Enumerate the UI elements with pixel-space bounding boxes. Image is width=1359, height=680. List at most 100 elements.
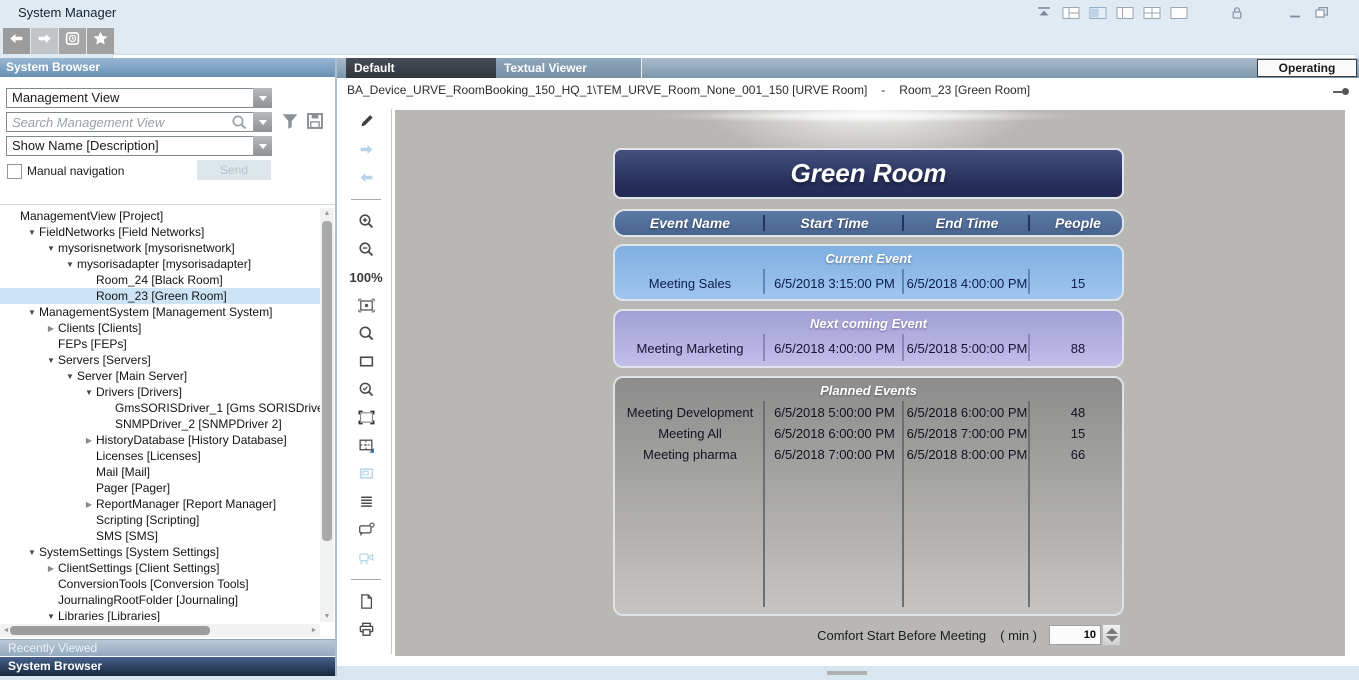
operating-mode-button[interactable]: Operating bbox=[1257, 59, 1357, 77]
back-arrow-icon[interactable] bbox=[358, 169, 375, 186]
tree-item[interactable]: ConversionTools [Conversion Tools] bbox=[0, 576, 320, 592]
restore-icon[interactable] bbox=[1313, 5, 1331, 21]
layout-sidebar-icon[interactable] bbox=[1116, 5, 1134, 21]
tree-item[interactable]: Pager [Pager] bbox=[0, 480, 320, 496]
scroll-right-icon[interactable]: ► bbox=[308, 624, 320, 637]
comfort-spinner[interactable] bbox=[1102, 624, 1121, 646]
tree-item[interactable]: Room_23 [Green Room] bbox=[0, 288, 320, 304]
expander-open-icon[interactable]: ▼ bbox=[63, 260, 77, 269]
pin-icon[interactable] bbox=[1333, 88, 1349, 96]
magnifier-icon[interactable] bbox=[358, 325, 375, 342]
tree-item[interactable]: Mail [Mail] bbox=[0, 464, 320, 480]
tree-item[interactable]: ▼SystemSettings [System Settings] bbox=[0, 544, 320, 560]
display-mode-dropdown[interactable]: Show Name [Description] bbox=[6, 136, 272, 156]
recently-viewed-bar[interactable]: Recently Viewed bbox=[0, 639, 335, 656]
tree-vertical-scrollbar[interactable]: ▲ ▼ bbox=[320, 208, 334, 622]
spin-up-icon[interactable] bbox=[1106, 628, 1118, 634]
tree-item[interactable]: FEPs [FEPs] bbox=[0, 336, 320, 352]
tree-item[interactable]: ▼FieldNetworks [Field Networks] bbox=[0, 224, 320, 240]
print-icon[interactable] bbox=[358, 621, 375, 638]
zoom-fit-icon[interactable] bbox=[358, 297, 375, 314]
send-button[interactable]: Send bbox=[197, 160, 271, 180]
manual-navigation-checkbox[interactable] bbox=[7, 164, 22, 179]
filter-icon[interactable] bbox=[281, 112, 299, 130]
tree-item[interactable]: ManagementView [Project] bbox=[0, 208, 320, 224]
expander-closed-icon[interactable]: ▶ bbox=[82, 500, 96, 509]
snapshot-icon[interactable] bbox=[358, 465, 375, 482]
spin-down-icon[interactable] bbox=[1106, 636, 1118, 642]
layout-single-icon[interactable] bbox=[1170, 5, 1188, 21]
tree-item[interactable]: JournalingRootFolder [Journaling] bbox=[0, 592, 320, 608]
tree-item[interactable]: ▶HistoryDatabase [History Database] bbox=[0, 432, 320, 448]
layout-quad-icon[interactable] bbox=[1143, 5, 1161, 21]
zoom-prev-icon[interactable] bbox=[358, 381, 375, 398]
expander-open-icon[interactable]: ▼ bbox=[44, 612, 58, 621]
tree-item[interactable]: ▼ManagementSystem [Management System] bbox=[0, 304, 320, 320]
viewer-horizontal-scrollbar[interactable] bbox=[337, 666, 1359, 680]
expander-closed-icon[interactable]: ▶ bbox=[44, 564, 58, 573]
scroll-up-icon[interactable]: ▲ bbox=[320, 208, 334, 219]
zoom-rect-icon[interactable] bbox=[358, 353, 375, 370]
event-cell: 6/5/2018 4:00:00 PM bbox=[904, 276, 1030, 291]
forward-button[interactable] bbox=[31, 28, 58, 54]
page-setup-icon[interactable] bbox=[358, 593, 375, 610]
zoom-out-icon[interactable] bbox=[358, 241, 375, 258]
expander-open-icon[interactable]: ▼ bbox=[25, 308, 39, 317]
tree-item[interactable]: ▼mysorisadapter [mysorisadapter] bbox=[0, 256, 320, 272]
tree-item[interactable]: Scripting [Scripting] bbox=[0, 512, 320, 528]
expander-open-icon[interactable]: ▼ bbox=[63, 372, 77, 381]
expander-open-icon[interactable]: ▼ bbox=[44, 356, 58, 365]
scrollbar-thumb[interactable] bbox=[322, 221, 332, 541]
expander-open-icon[interactable]: ▼ bbox=[25, 228, 39, 237]
tree-item[interactable]: ▼Servers [Servers] bbox=[0, 352, 320, 368]
tree-horizontal-scrollbar[interactable]: ◄ ► bbox=[0, 624, 320, 637]
comment-icon[interactable] bbox=[358, 521, 375, 538]
search-input[interactable] bbox=[7, 113, 237, 131]
select-area-icon[interactable] bbox=[358, 409, 375, 426]
search-field[interactable] bbox=[6, 112, 272, 132]
expander-closed-icon[interactable]: ▶ bbox=[82, 436, 96, 445]
system-browser-bar[interactable]: System Browser bbox=[0, 657, 335, 676]
tree-item[interactable]: Room_24 [Black Room] bbox=[0, 272, 320, 288]
layout-grid-icon[interactable] bbox=[1062, 5, 1080, 21]
favorites-button[interactable] bbox=[87, 28, 114, 54]
expander-open-icon[interactable]: ▼ bbox=[25, 548, 39, 557]
chevron-down-icon[interactable] bbox=[253, 112, 272, 132]
tree-item[interactable]: Licenses [Licenses] bbox=[0, 448, 320, 464]
expander-closed-icon[interactable]: ▶ bbox=[44, 324, 58, 333]
expander-open-icon[interactable]: ▼ bbox=[44, 244, 58, 253]
tree-item[interactable]: ▼mysorisnetwork [mysorisnetwork] bbox=[0, 240, 320, 256]
pen-icon[interactable] bbox=[358, 113, 375, 130]
collapse-pane-icon[interactable] bbox=[1035, 5, 1053, 21]
minimize-icon[interactable] bbox=[1286, 5, 1304, 21]
comfort-value-input[interactable] bbox=[1049, 625, 1101, 645]
scrollbar-thumb[interactable] bbox=[10, 626, 210, 635]
layout-left-pane-icon[interactable] bbox=[1089, 5, 1107, 21]
tree-item[interactable]: ▶Clients [Clients] bbox=[0, 320, 320, 336]
view-selector-dropdown[interactable]: Management View bbox=[6, 88, 272, 108]
scrollbar-thumb[interactable] bbox=[827, 671, 867, 675]
tree-item[interactable]: SNMPDriver_2 [SNMPDriver 2] bbox=[0, 416, 320, 432]
split-view-icon[interactable] bbox=[358, 437, 375, 454]
tree-item[interactable]: ▼Libraries [Libraries] bbox=[0, 608, 320, 622]
tree-item[interactable]: ▼Server [Main Server] bbox=[0, 368, 320, 384]
tree-item[interactable]: ▶ReportManager [Report Manager] bbox=[0, 496, 320, 512]
back-button[interactable] bbox=[3, 28, 30, 54]
tab-default[interactable]: Default bbox=[346, 58, 496, 78]
camera-icon[interactable] bbox=[358, 549, 375, 566]
tree-item[interactable]: ▶ClientSettings [Client Settings] bbox=[0, 560, 320, 576]
tree-item[interactable]: GmsSORISDriver_1 [Gms SORISDriver 1] bbox=[0, 400, 320, 416]
recent-button[interactable] bbox=[59, 28, 86, 54]
tree-item[interactable]: ▼Drivers [Drivers] bbox=[0, 384, 320, 400]
layers-icon[interactable] bbox=[358, 493, 375, 510]
tab-textual-viewer[interactable]: Textual Viewer bbox=[496, 58, 642, 78]
tree-item[interactable]: SMS [SMS] bbox=[0, 528, 320, 544]
chevron-down-icon[interactable] bbox=[253, 136, 272, 156]
zoom-in-icon[interactable] bbox=[358, 213, 375, 230]
chevron-down-icon[interactable] bbox=[253, 88, 272, 108]
expander-open-icon[interactable]: ▼ bbox=[82, 388, 96, 397]
lock-icon[interactable] bbox=[1228, 5, 1246, 21]
forward-arrow-icon[interactable] bbox=[358, 141, 375, 158]
save-icon[interactable] bbox=[306, 112, 324, 130]
scroll-down-icon[interactable]: ▼ bbox=[320, 611, 334, 622]
